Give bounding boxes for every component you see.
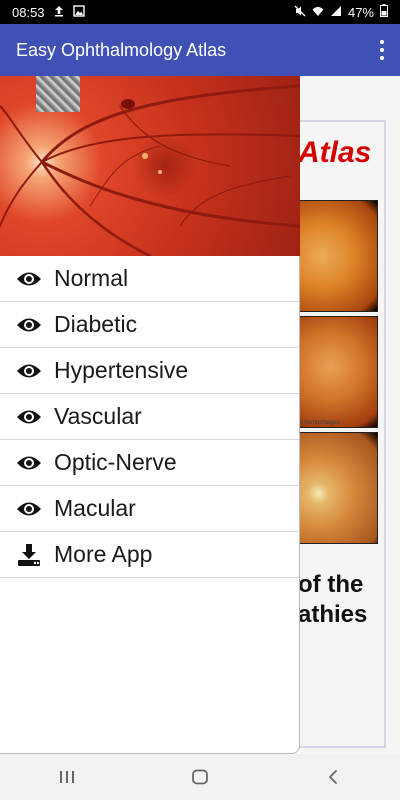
menu-label: Hypertensive (54, 357, 189, 383)
mute-icon (294, 5, 306, 20)
menu-item-normal[interactable]: Normal (0, 256, 299, 302)
menu-item-hypertensive[interactable]: Hypertensive (0, 348, 299, 394)
battery-icon (380, 4, 388, 20)
eye-icon (16, 315, 42, 335)
eye-icon (16, 453, 42, 473)
recents-icon (59, 771, 74, 783)
home-button[interactable] (180, 762, 220, 792)
menu-item-vascular[interactable]: Vascular (0, 394, 299, 440)
signal-icon (330, 5, 342, 20)
back-icon (329, 770, 338, 784)
eye-icon (16, 269, 42, 289)
upload-icon (53, 5, 65, 20)
menu-label: Diabetic (54, 311, 138, 337)
drawer-scrim[interactable] (300, 76, 400, 754)
menu-item-optic-nerve[interactable]: Optic-Nerve (0, 440, 299, 486)
menu-label: Vascular (54, 403, 142, 429)
navigation-drawer: Normal Diabetic Hypertensive Vascular Op… (0, 76, 300, 754)
status-bar: 08:53 47% (0, 0, 400, 24)
app-bar: Easy Ophthalmology Atlas (0, 24, 400, 76)
menu-item-macular[interactable]: Macular (0, 486, 299, 532)
menu-label: Optic-Nerve (54, 449, 177, 475)
back-button[interactable] (313, 762, 353, 792)
menu-label: More App (54, 541, 153, 567)
image-icon (72, 4, 85, 20)
overflow-menu-icon[interactable] (378, 40, 386, 60)
drawer-header-image (0, 76, 300, 256)
menu-item-diabetic[interactable]: Diabetic (0, 302, 299, 348)
home-icon (192, 769, 208, 785)
wifi-icon (312, 5, 324, 20)
download-icon (16, 543, 42, 566)
menu-label: Macular (54, 495, 136, 521)
recent-apps-button[interactable] (47, 762, 87, 792)
battery-percent: 47% (347, 4, 374, 20)
menu-item-more-app[interactable]: More App (0, 532, 299, 578)
angiogram-inset (36, 76, 80, 112)
eye-icon (16, 361, 42, 381)
status-time: 08:53 (12, 4, 45, 20)
eye-icon (16, 407, 42, 427)
app-title: Easy Ophthalmology Atlas (16, 39, 227, 60)
system-nav-bar (0, 754, 400, 800)
menu-label: Normal (54, 265, 129, 291)
eye-icon (16, 499, 42, 519)
